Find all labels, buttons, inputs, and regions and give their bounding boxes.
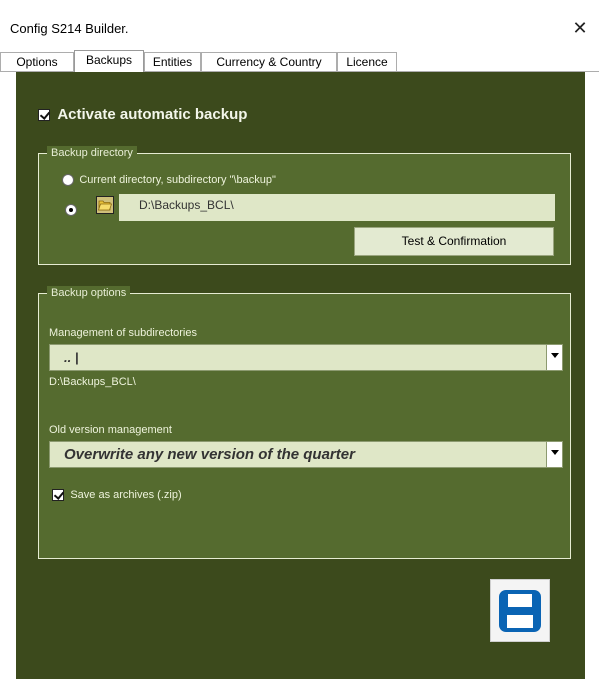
- save-archives-row[interactable]: Save as archives (.zip): [52, 487, 182, 501]
- old-version-select[interactable]: Overwrite any new version of the quarter: [49, 441, 563, 468]
- tab-strip: Options Backups Entities Currency & Coun…: [0, 50, 599, 72]
- activate-backup-label: Activate automatic backup: [57, 106, 248, 123]
- window-title: Config S214 Builder.: [10, 21, 129, 36]
- tab-backups[interactable]: Backups: [74, 50, 144, 72]
- chevron-down-icon[interactable]: [546, 345, 562, 370]
- chevron-down-icon[interactable]: [546, 442, 562, 467]
- save-archives-label: Save as archives (.zip): [70, 488, 182, 501]
- backup-path-value: D:\Backups_BCL\: [139, 198, 234, 212]
- radio-current-directory-row[interactable]: Current directory, subdirectory "\backup…: [62, 172, 276, 186]
- radio-custom-path[interactable]: [65, 204, 77, 216]
- subdir-path-text: D:\Backups_BCL\: [49, 376, 136, 388]
- save-button[interactable]: [490, 579, 550, 642]
- backups-panel: Activate automatic backup Backup directo…: [16, 72, 585, 679]
- activate-backup-row[interactable]: Activate automatic backup: [38, 106, 247, 123]
- radio-current-directory-label: Current directory, subdirectory "\backup…: [79, 173, 276, 186]
- backup-path-field[interactable]: D:\Backups_BCL\: [119, 194, 555, 221]
- test-confirmation-button[interactable]: Test & Confirmation: [354, 227, 554, 256]
- subdir-management-value: .. |: [64, 350, 79, 365]
- tab-currency-country[interactable]: Currency & Country: [201, 52, 337, 71]
- old-version-value: Overwrite any new version of the quarter: [64, 446, 355, 463]
- backup-directory-legend: Backup directory: [47, 146, 137, 160]
- tab-entities[interactable]: Entities: [144, 52, 201, 71]
- tab-options[interactable]: Options: [0, 52, 74, 71]
- subdir-management-select[interactable]: .. |: [49, 344, 563, 371]
- activate-backup-checkbox[interactable]: [38, 108, 50, 121]
- old-version-label: Old version management: [49, 424, 172, 436]
- subdir-management-label: Management of subdirectories: [49, 327, 197, 339]
- radio-current-directory[interactable]: [62, 173, 74, 186]
- title-bar: Config S214 Builder. ✕: [0, 0, 599, 44]
- save-archives-checkbox[interactable]: [52, 488, 64, 501]
- close-icon[interactable]: ✕: [560, 12, 599, 44]
- browse-folder-button[interactable]: [96, 196, 114, 214]
- backup-directory-frame: Backup directory Current directory, subd…: [38, 146, 571, 265]
- backup-options-legend: Backup options: [47, 286, 131, 300]
- backup-options-frame: Backup options Management of subdirector…: [38, 286, 571, 559]
- tab-licence[interactable]: Licence: [337, 52, 397, 71]
